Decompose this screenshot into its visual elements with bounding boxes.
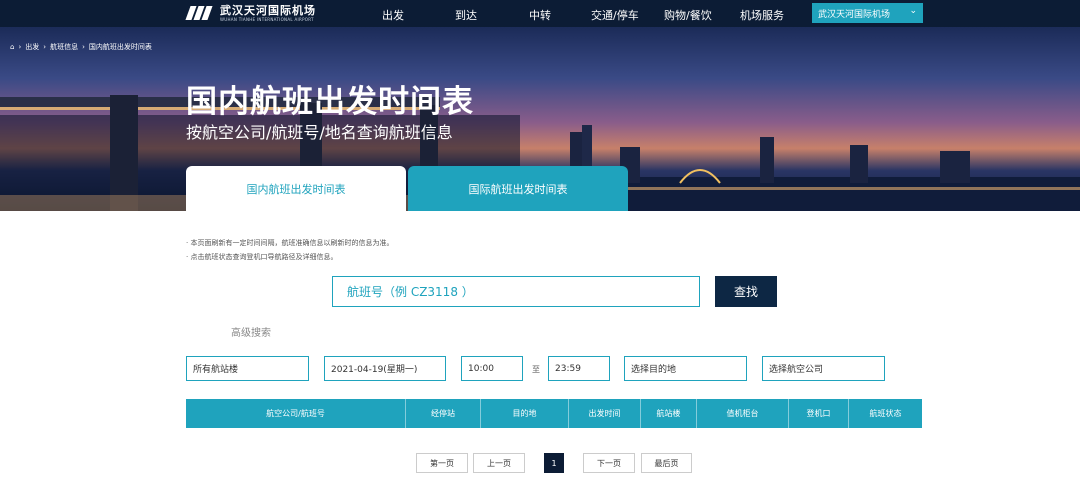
first-page-button[interactable]: 第一页 [416,453,468,473]
nav-item-airport-services[interactable]: 机场服务 [740,7,784,23]
search-button[interactable]: 查找 [715,276,777,307]
breadcrumb-current: 国内航班出发时间表 [88,43,152,51]
col-stopover: 经停站 [406,399,481,428]
breadcrumb: ⌂ › 出发 › 航班信息 › 国内航班出发时间表 [10,42,152,52]
time-from-input[interactable]: 10:00 [461,356,523,381]
nav-item-shopping-dining[interactable]: 购物/餐饮 [664,7,712,23]
time-to-input[interactable]: 23:59 [548,356,610,381]
col-gate: 登机口 [789,399,849,428]
previous-page-button[interactable]: 上一页 [473,453,525,473]
airport-selector-label: 武汉天河国际机场 [818,9,891,20]
nav-item-transport-parking[interactable]: 交通/停车 [591,7,639,23]
flight-search-box [332,276,700,307]
home-icon[interactable]: ⌂ [10,43,14,51]
col-destination: 目的地 [481,399,569,428]
note-refresh: · 本页面刷新有一定时间间隔，航班准确信息以刷新时的信息为准。 [186,239,394,247]
col-checkin-counter: 值机柜台 [697,399,789,428]
col-terminal: 航站楼 [641,399,697,428]
airport-selector[interactable]: 武汉天河国际机场 ⌄ [812,3,923,23]
next-page-button[interactable]: 下一页 [583,453,635,473]
logo-name-cn: 武汉天河国际机场 [220,3,316,17]
nav-item-arrivals[interactable]: 到达 [455,7,477,23]
tab-domestic-departures[interactable]: 国内航班出发时间表 [186,166,406,211]
breadcrumb-flight-info[interactable]: 航班信息 [50,42,78,52]
page-title: 国内航班出发时间表 [186,84,474,120]
col-departure-time: 出发时间 [569,399,641,428]
nav-item-transfer[interactable]: 中转 [529,7,551,23]
col-airline-flight: 航空公司/航班号 [186,399,406,428]
logo-name-en: WUHAN TIANHE INTERNATIONAL AIRPORT [220,16,314,22]
airline-select[interactable]: 选择航空公司 [762,356,885,381]
date-picker[interactable]: 2021-04-19(星期一) [324,356,446,381]
flight-number-input[interactable] [333,277,699,306]
airport-logo[interactable]: 武汉天河国际机场 WUHAN TIANHE INTERNATIONAL AIRP… [185,3,316,22]
breadcrumb-separator-icon: › [43,43,47,51]
terminal-select[interactable]: 所有航站楼 [186,356,309,381]
col-flight-status: 航班状态 [869,409,902,418]
nav-item-departures[interactable]: 出发 [382,7,404,23]
current-page-indicator[interactable]: 1 [544,453,564,473]
logo-mark-icon [185,4,214,22]
breadcrumb-departures[interactable]: 出发 [25,42,39,52]
flight-table-header: 航空公司/航班号 经停站 目的地 出发时间 航站楼 值机柜台 登机口 航班状态 [186,399,922,428]
breadcrumb-separator-icon: › [18,43,22,51]
last-page-button[interactable]: 最后页 [641,453,692,473]
chevron-down-icon: ⌄ [909,6,917,16]
tab-international-departures[interactable]: 国际航班出发时间表 [408,166,628,211]
note-status-click: · 点击航班状态查询登机口导航路径及详细信息。 [186,253,338,261]
breadcrumb-separator-icon: › [82,43,85,51]
advanced-search-link[interactable]: 高级搜索 [231,324,271,339]
page-subtitle: 按航空公司/航班号/地名查询航班信息 [186,123,453,142]
top-navigation: 武汉天河国际机场 WUHAN TIANHE INTERNATIONAL AIRP… [0,0,1080,27]
destination-select[interactable]: 选择目的地 [624,356,747,381]
time-range-separator: 至 [532,365,540,374]
